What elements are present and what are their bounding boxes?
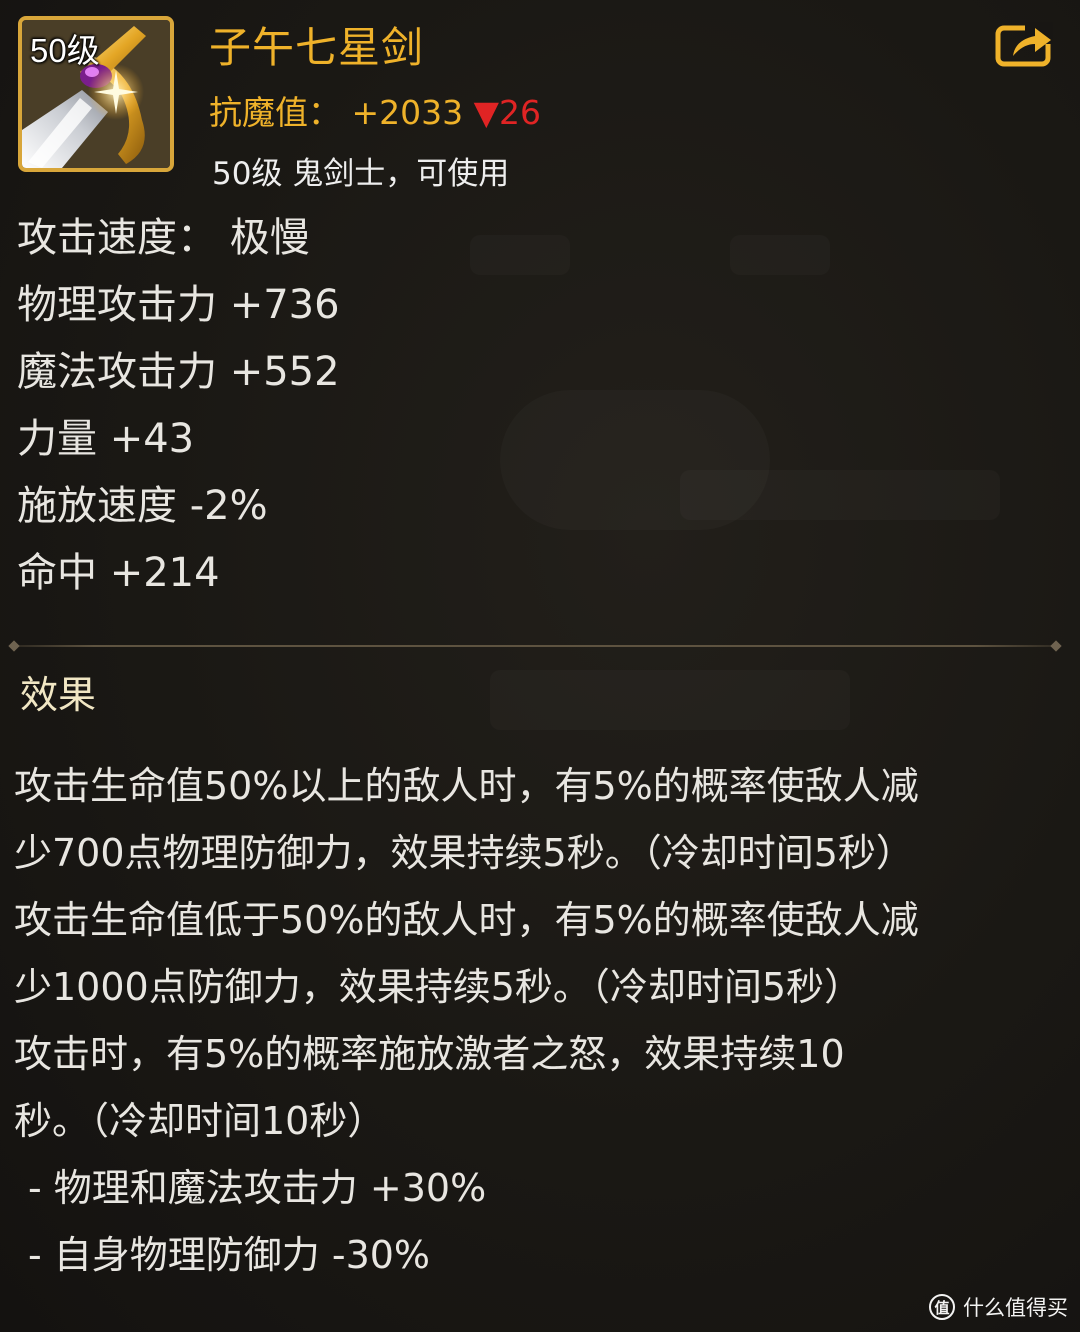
resist-change: ▼26: [473, 93, 542, 132]
effects-title: 效果: [20, 673, 97, 717]
resist-label: 抗魔值：: [209, 93, 341, 132]
section-divider: [8, 640, 1062, 652]
effect-line: 秒。（冷却时间10秒）: [14, 1099, 386, 1143]
effects-text: 攻击生命值50%以上的敌人时，有5%的概率使敌人减 少700点物理防御力，效果持…: [14, 752, 1054, 1288]
class-requirement: 50级 鬼剑士，可使用: [212, 156, 510, 192]
watermark-text: 什么值得买: [963, 1296, 1068, 1320]
resist-value-line: 抗魔值： +2033 ▼26: [209, 86, 541, 134]
stat-hit-rate: 命中 +214: [17, 550, 220, 596]
resist-value: +2033: [351, 93, 464, 132]
divider-ornament: [8, 640, 20, 652]
effect-buff-line: - 物理和魔法攻击力 +30%: [28, 1166, 487, 1210]
item-tooltip-panel: 50级 子午七星剑 抗魔值： +2033 ▼26 50级 鬼剑士，可使用 攻击速…: [0, 0, 1080, 1332]
item-level-badge: 50级: [30, 32, 100, 69]
stat-magic-attack: 魔法攻击力 +552: [17, 349, 340, 395]
stat-strength: 力量 +43: [17, 416, 195, 462]
stat-attack-speed: 攻击速度： 极慢: [17, 215, 310, 261]
stat-cast-speed: 施放速度 -2%: [17, 483, 268, 529]
stat-list: 攻击速度： 极慢 物理攻击力 +736 魔法攻击力 +552 力量 +43 施放…: [17, 210, 340, 612]
background-blur: [680, 470, 1000, 520]
effect-line: 攻击时，有5%的概率施放激者之怒，效果持续10: [14, 1032, 845, 1076]
watermark-logo-icon: 值: [929, 1294, 955, 1320]
effect-line: 攻击生命值50%以上的敌人时，有5%的概率使敌人减: [14, 764, 919, 808]
effect-line: 少700点物理防御力，效果持续5秒。（冷却时间5秒）: [14, 831, 914, 875]
item-name: 子午七星剑: [209, 23, 425, 72]
effect-buff-line: - 自身物理防御力 -30%: [28, 1233, 431, 1277]
share-icon: [995, 22, 1053, 67]
effect-line: 攻击生命值低于50%的敌人时，有5%的概率使敌人减: [14, 898, 919, 942]
stat-physical-attack: 物理攻击力 +736: [17, 282, 340, 328]
background-blur: [490, 670, 850, 730]
share-button[interactable]: [995, 20, 1055, 68]
watermark: 值 什么值得买: [929, 1292, 1068, 1322]
effect-line: 少1000点防御力，效果持续5秒。（冷却时间5秒）: [14, 965, 863, 1009]
background-blur: [470, 235, 570, 275]
background-blur: [730, 235, 830, 275]
item-icon-frame: 50级: [18, 16, 174, 172]
divider-ornament: [1050, 640, 1062, 652]
